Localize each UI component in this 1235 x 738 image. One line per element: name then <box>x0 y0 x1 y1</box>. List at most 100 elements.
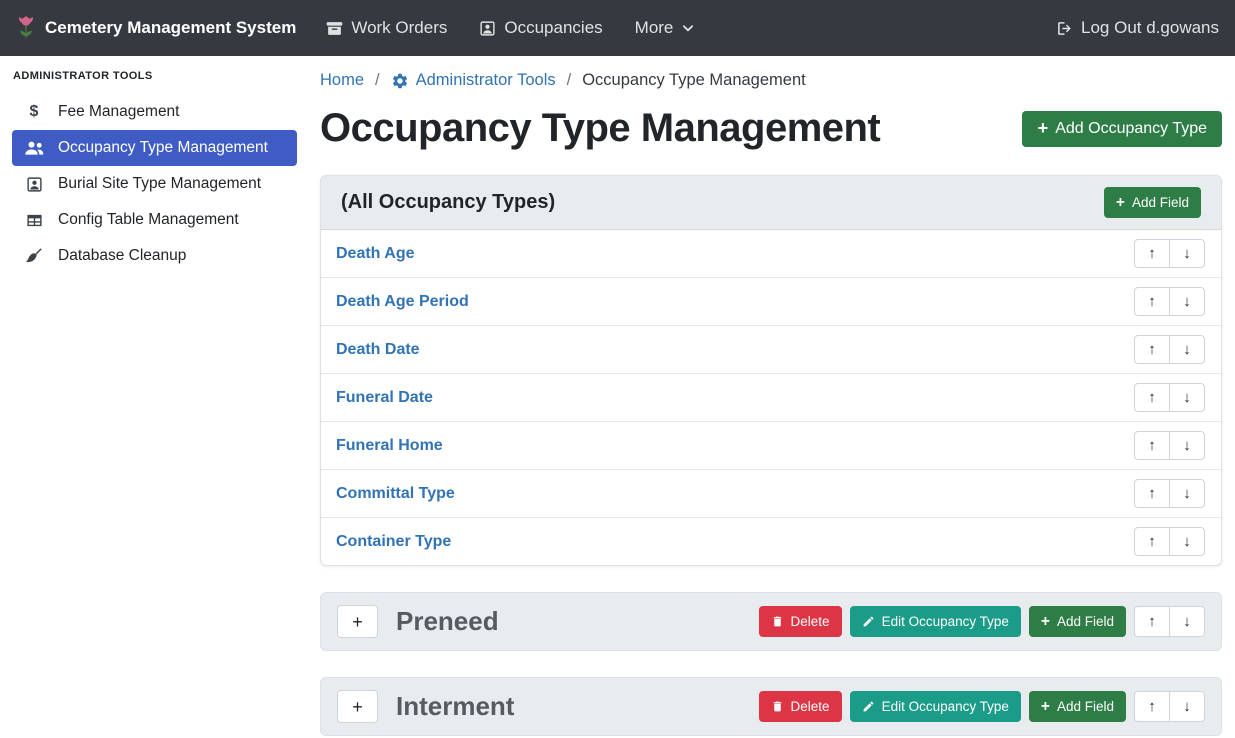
logout-button[interactable]: Log Out d.gowans <box>1056 18 1219 38</box>
reorder-group: ↑ ↓ <box>1134 606 1205 637</box>
gear-icon <box>391 72 409 90</box>
occupancy-type-section-interment: + Interment Delete Edit Occupancy Type <box>320 677 1222 736</box>
logout-icon <box>1056 20 1073 37</box>
reorder-group: ↑ ↓ <box>1134 431 1205 460</box>
section-actions: Delete Edit Occupancy Type + Add Field ↑ <box>759 606 1205 637</box>
move-down-button[interactable]: ↓ <box>1169 239 1205 268</box>
sidebar-item-burial-site-type-management[interactable]: Burial Site Type Management <box>12 166 297 202</box>
edit-occupancy-type-button[interactable]: Edit Occupancy Type <box>850 606 1021 637</box>
field-name-link[interactable]: Funeral Date <box>336 389 433 407</box>
field-name-link[interactable]: Container Type <box>336 533 451 551</box>
section-title: Preneed <box>396 606 499 637</box>
tulip-logo-icon <box>16 15 36 41</box>
reorder-group: ↑ ↓ <box>1134 383 1205 412</box>
move-down-button[interactable]: ↓ <box>1169 287 1205 316</box>
users-icon <box>23 140 45 156</box>
breadcrumb-current: Occupancy Type Management <box>582 71 806 90</box>
breadcrumb-admin-tools[interactable]: Administrator Tools <box>391 71 556 90</box>
move-up-button[interactable]: ↑ <box>1134 527 1170 556</box>
title-row: Occupancy Type Management + Add Occupanc… <box>320 106 1222 151</box>
reorder-group: ↑ ↓ <box>1134 287 1205 316</box>
chevron-down-icon <box>681 21 695 35</box>
nav-work-orders[interactable]: Work Orders <box>326 18 447 38</box>
move-up-button[interactable]: ↑ <box>1134 479 1170 508</box>
app-root: Cemetery Management System Work Orders <box>0 0 1235 738</box>
move-up-button[interactable]: ↑ <box>1134 606 1170 637</box>
move-down-button[interactable]: ↓ <box>1169 479 1205 508</box>
plus-icon: + <box>1041 615 1050 629</box>
expand-button[interactable]: + <box>337 605 378 638</box>
move-down-button[interactable]: ↓ <box>1169 383 1205 412</box>
sidebar-item-occupancy-type-management[interactable]: Occupancy Type Management <box>12 130 297 166</box>
delete-button[interactable]: Delete <box>759 691 842 722</box>
field-row: Container Type ↑ ↓ <box>321 518 1221 565</box>
nav-more-label: More <box>635 18 674 38</box>
move-up-button[interactable]: ↑ <box>1134 691 1170 722</box>
field-row: Death Age ↑ ↓ <box>321 230 1221 278</box>
nav-more[interactable]: More <box>635 18 696 38</box>
add-field-label: Add Field <box>1057 699 1114 714</box>
breadcrumb-separator: / <box>567 71 572 90</box>
field-row: Funeral Date ↑ ↓ <box>321 374 1221 422</box>
breadcrumb-separator: / <box>375 71 380 90</box>
move-down-button[interactable]: ↓ <box>1169 335 1205 364</box>
sidebar-item-label: Burial Site Type Management <box>58 175 261 193</box>
move-down-button[interactable]: ↓ <box>1169 527 1205 556</box>
nav-occupancies[interactable]: Occupancies <box>479 18 602 38</box>
move-up-button[interactable]: ↑ <box>1134 431 1170 460</box>
sidebar-item-fee-management[interactable]: $ Fee Management <box>12 94 297 130</box>
move-up-button[interactable]: ↑ <box>1134 335 1170 364</box>
expand-button[interactable]: + <box>337 690 378 723</box>
top-navbar: Cemetery Management System Work Orders <box>0 0 1235 56</box>
reorder-group: ↑ ↓ <box>1134 691 1205 722</box>
move-up-button[interactable]: ↑ <box>1134 287 1170 316</box>
sidebar: ADMINISTRATOR TOOLS $ Fee Management Occ… <box>0 56 308 738</box>
move-down-button[interactable]: ↓ <box>1169 431 1205 460</box>
nav-work-orders-label: Work Orders <box>351 18 447 38</box>
dollar-icon: $ <box>23 103 45 121</box>
sidebar-item-config-table-management[interactable]: Config Table Management <box>12 202 297 238</box>
field-row: Death Date ↑ ↓ <box>321 326 1221 374</box>
edit-occupancy-type-button[interactable]: Edit Occupancy Type <box>850 691 1021 722</box>
add-field-button[interactable]: + Add Field <box>1029 691 1126 722</box>
broom-icon <box>23 247 45 265</box>
add-occupancy-type-button[interactable]: + Add Occupancy Type <box>1022 111 1222 147</box>
delete-label: Delete <box>791 699 830 714</box>
sidebar-item-label: Database Cleanup <box>58 247 186 265</box>
edit-occupancy-type-label: Edit Occupancy Type <box>882 699 1009 714</box>
field-name-link[interactable]: Funeral Home <box>336 437 443 455</box>
add-field-button[interactable]: + Add Field <box>1029 606 1126 637</box>
sidebar-item-label: Occupancy Type Management <box>58 139 268 157</box>
main-content: Home / Administrator Tools / Occupancy T… <box>308 56 1235 738</box>
breadcrumb-home[interactable]: Home <box>320 71 364 90</box>
add-field-label: Add Field <box>1132 195 1189 210</box>
field-name-link[interactable]: Death Date <box>336 341 420 359</box>
move-down-button[interactable]: ↓ <box>1169 691 1205 722</box>
nav-occupancies-label: Occupancies <box>504 18 602 38</box>
pencil-icon <box>862 615 875 628</box>
card-title: (All Occupancy Types) <box>341 191 555 214</box>
field-name-link[interactable]: Death Age <box>336 245 415 263</box>
reorder-group: ↑ ↓ <box>1134 239 1205 268</box>
plus-icon: + <box>1037 120 1048 137</box>
person-frame-icon <box>23 176 45 193</box>
add-occupancy-type-label: Add Occupancy Type <box>1055 120 1207 138</box>
occupancy-type-section-preneed: + Preneed Delete Edit Occupancy Type <box>320 592 1222 651</box>
section-actions: Delete Edit Occupancy Type + Add Field ↑ <box>759 691 1205 722</box>
move-up-button[interactable]: ↑ <box>1134 383 1170 412</box>
reorder-group: ↑ ↓ <box>1134 527 1205 556</box>
app-title: Cemetery Management System <box>45 18 296 38</box>
navbar-links: Work Orders Occupancies More <box>326 18 695 38</box>
field-name-link[interactable]: Committal Type <box>336 485 455 503</box>
app-brand[interactable]: Cemetery Management System <box>16 15 296 41</box>
add-field-button[interactable]: + Add Field <box>1104 187 1201 218</box>
add-field-label: Add Field <box>1057 614 1114 629</box>
field-name-link[interactable]: Death Age Period <box>336 293 469 311</box>
page-title: Occupancy Type Management <box>320 106 880 151</box>
move-down-button[interactable]: ↓ <box>1169 606 1205 637</box>
delete-button[interactable]: Delete <box>759 606 842 637</box>
field-row: Death Age Period ↑ ↓ <box>321 278 1221 326</box>
trash-icon <box>771 615 784 628</box>
sidebar-item-database-cleanup[interactable]: Database Cleanup <box>12 238 297 274</box>
move-up-button[interactable]: ↑ <box>1134 239 1170 268</box>
